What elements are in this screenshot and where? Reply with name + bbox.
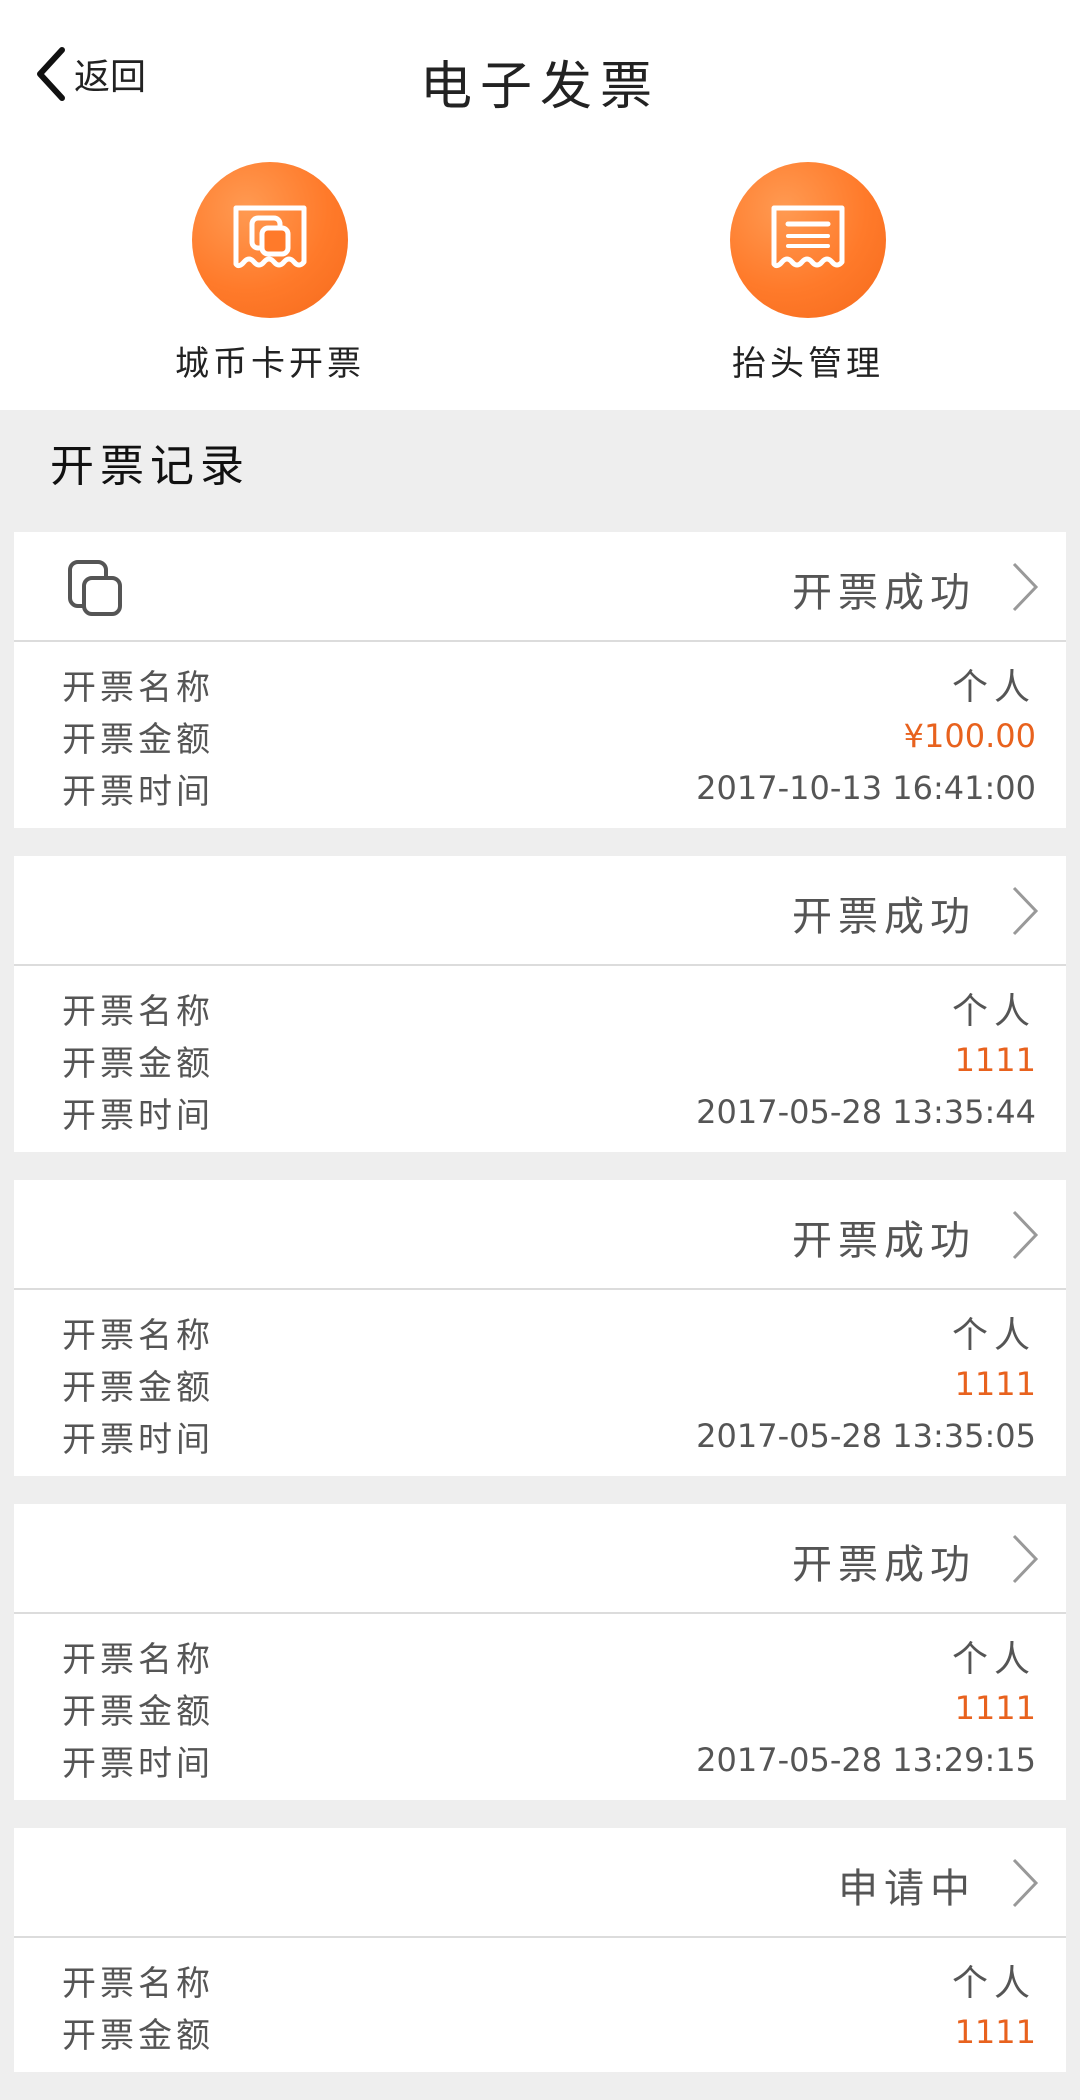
page-title: 电子发票 [419, 57, 660, 117]
record-name-label: 开票名称 [62, 1639, 214, 1680]
record-amount-value: ¥100.00 [903, 717, 1036, 755]
record-name-label: 开票名称 [62, 667, 214, 708]
record-body: 开票名称 个人 开票金额 1111 [14, 1938, 1066, 2072]
record-header[interactable]: 开票成功 [14, 532, 1066, 642]
record-amount-value: 1111 [954, 1041, 1036, 1079]
record-status: 开票成功 [792, 1218, 976, 1264]
record-name-value: 个人 [951, 1963, 1036, 2004]
record-amount-label: 开票金额 [62, 1691, 214, 1732]
record-status: 开票成功 [792, 894, 976, 940]
record-time-label: 开票时间 [62, 1419, 214, 1460]
record-card: 开票成功 开票名称 个人 开票金额 1111 开票时间 2017-05-28 1… [14, 1180, 1066, 1476]
record-amount-row: 开票金额 1111 [62, 1358, 1036, 1410]
city-card-invoice-circle [192, 162, 348, 318]
city-card-invoice-label: 城币卡开票 [175, 344, 365, 384]
action-bar: 城币卡开票 抬头管理 [0, 152, 1080, 410]
record-card: 申请中 开票名称 个人 开票金额 1111 [14, 1828, 1066, 2072]
record-name-row: 开票名称 个人 [62, 658, 1036, 710]
record-body: 开票名称 个人 开票金额 ¥100.00 开票时间 2017-10-13 16:… [14, 642, 1066, 828]
record-time-label: 开票时间 [62, 1743, 214, 1784]
record-amount-label: 开票金额 [62, 1367, 214, 1408]
header: 返回 电子发票 [0, 0, 1080, 152]
record-time-row: 开票时间 2017-05-28 13:35:05 [62, 1410, 1036, 1462]
record-amount-row: 开票金额 1111 [62, 1682, 1036, 1734]
record-header[interactable]: 开票成功 [14, 856, 1066, 966]
record-status: 申请中 [838, 1866, 976, 1912]
section-title: 开票记录 [50, 441, 250, 492]
record-amount-value: 1111 [954, 1365, 1036, 1403]
record-status: 开票成功 [792, 570, 976, 616]
record-amount-label: 开票金额 [62, 2015, 214, 2056]
record-name-row: 开票名称 个人 [62, 1630, 1036, 1682]
record-name-value: 个人 [951, 667, 1036, 708]
record-name-value: 个人 [951, 1639, 1036, 1680]
record-header[interactable]: 开票成功 [14, 1180, 1066, 1290]
chevron-right-icon [1012, 1858, 1039, 1908]
record-card: 开票成功 开票名称 个人 开票金额 1111 开票时间 2017-05-28 1… [14, 856, 1066, 1152]
record-time-label: 开票时间 [62, 771, 214, 812]
record-name-row: 开票名称 个人 [62, 1306, 1036, 1358]
record-amount-row: 开票金额 1111 [62, 1034, 1036, 1086]
record-name-value: 个人 [951, 1315, 1036, 1356]
record-time-value: 2017-05-28 13:29:15 [696, 1741, 1036, 1779]
record-amount-value: 1111 [954, 2013, 1036, 2051]
card-copy-icon [233, 205, 307, 269]
record-amount-label: 开票金额 [62, 719, 214, 760]
record-body: 开票名称 个人 开票金额 1111 开票时间 2017-05-28 13:35:… [14, 1290, 1066, 1476]
record-time-row: 开票时间 2017-10-13 16:41:00 [62, 762, 1036, 814]
record-card: 开票成功 开票名称 个人 开票金额 1111 开票时间 2017-05-28 1… [14, 1504, 1066, 1800]
receipt-lines-icon [771, 205, 845, 269]
record-amount-value: 1111 [954, 1689, 1036, 1727]
title-management-button[interactable]: 抬头管理 [688, 162, 928, 392]
record-time-value: 2017-05-28 13:35:05 [696, 1417, 1036, 1455]
record-name-label: 开票名称 [62, 1315, 214, 1356]
record-list: 开票成功 开票名称 个人 开票金额 ¥100.00 开票时间 2017-10-1… [14, 532, 1066, 2100]
record-name-row: 开票名称 个人 [62, 982, 1036, 1034]
record-time-value: 2017-10-13 16:41:00 [696, 769, 1036, 807]
record-header[interactable]: 开票成功 [14, 1504, 1066, 1614]
record-name-label: 开票名称 [62, 991, 214, 1032]
record-time-value: 2017-05-28 13:35:44 [696, 1093, 1036, 1131]
record-time-label: 开票时间 [62, 1095, 214, 1136]
record-header[interactable]: 申请中 [14, 1828, 1066, 1938]
record-name-value: 个人 [951, 991, 1036, 1032]
record-amount-row: 开票金额 1111 [62, 2006, 1036, 2058]
record-time-row: 开票时间 2017-05-28 13:35:44 [62, 1086, 1036, 1138]
city-card-invoice-button[interactable]: 城币卡开票 [150, 162, 390, 392]
chevron-right-icon [1012, 562, 1039, 612]
record-amount-label: 开票金额 [62, 1043, 214, 1084]
record-status: 开票成功 [792, 1542, 976, 1588]
record-name-label: 开票名称 [62, 1963, 214, 2004]
record-name-row: 开票名称 个人 [62, 1954, 1036, 2006]
record-card: 开票成功 开票名称 个人 开票金额 ¥100.00 开票时间 2017-10-1… [14, 532, 1066, 828]
title-management-label: 抬头管理 [732, 344, 884, 384]
record-body: 开票名称 个人 开票金额 1111 开票时间 2017-05-28 13:29:… [14, 1614, 1066, 1800]
record-time-row: 开票时间 2017-05-28 13:29:15 [62, 1734, 1036, 1786]
chevron-right-icon [1012, 1210, 1039, 1260]
record-body: 开票名称 个人 开票金额 1111 开票时间 2017-05-28 13:35:… [14, 966, 1066, 1152]
title-management-circle [730, 162, 886, 318]
card-copy-icon [68, 560, 122, 616]
record-amount-row: 开票金额 ¥100.00 [62, 710, 1036, 762]
chevron-right-icon [1012, 1534, 1039, 1584]
chevron-right-icon [1012, 886, 1039, 936]
